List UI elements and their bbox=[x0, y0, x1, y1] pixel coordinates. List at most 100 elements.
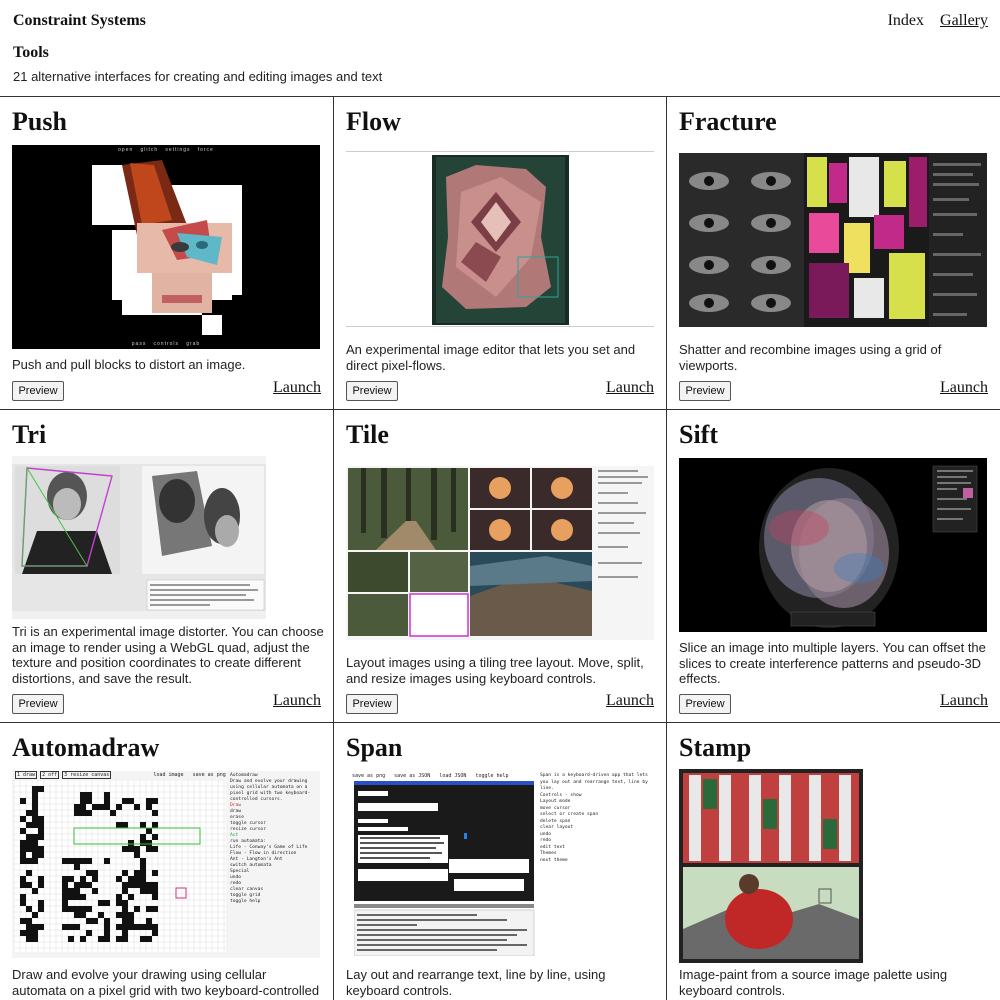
pixel-cell bbox=[62, 876, 68, 882]
pixel-cell bbox=[128, 846, 134, 852]
preview-button[interactable]: Preview bbox=[12, 381, 64, 401]
pixel-cell bbox=[122, 924, 128, 930]
pixel-cell bbox=[62, 858, 68, 864]
pixel-cell bbox=[80, 894, 86, 900]
pixel-cell bbox=[20, 816, 26, 822]
pixel-cell bbox=[20, 918, 26, 924]
nav-gallery-link[interactable]: Gallery bbox=[940, 12, 988, 29]
tool-card-fracture: Fracture Shatter and recombine images us… bbox=[666, 96, 1000, 409]
preview-button[interactable]: Preview bbox=[679, 694, 731, 714]
pixel-cell bbox=[32, 858, 38, 864]
pixel-cell bbox=[152, 798, 158, 804]
pixel-cell bbox=[146, 804, 152, 810]
pixel-cell bbox=[104, 804, 110, 810]
launch-link[interactable]: Launch bbox=[273, 692, 321, 710]
tool-card-tri: Tri Tri is an experimental image distort… bbox=[0, 409, 333, 722]
pixel-cell bbox=[86, 792, 92, 798]
pixel-cell bbox=[26, 834, 32, 840]
pixel-cell bbox=[134, 876, 140, 882]
pixel-cell bbox=[38, 900, 44, 906]
tool-thumbnail[interactable] bbox=[346, 466, 654, 640]
site-title[interactable]: Constraint Systems bbox=[13, 12, 146, 30]
pixel-cell bbox=[116, 894, 122, 900]
pixel-cell bbox=[116, 804, 122, 810]
pixel-cell bbox=[20, 852, 26, 858]
pixel-cell bbox=[32, 834, 38, 840]
pixel-cell bbox=[122, 912, 128, 918]
pixel-cell bbox=[80, 810, 86, 816]
pixel-cell bbox=[140, 870, 146, 876]
pixel-cell bbox=[122, 822, 128, 828]
pixel-cell bbox=[26, 840, 32, 846]
pixel-cell bbox=[32, 924, 38, 930]
pixel-cell bbox=[26, 810, 32, 816]
launch-link[interactable]: Launch bbox=[606, 692, 654, 710]
launch-link[interactable]: Launch bbox=[940, 692, 988, 710]
pixel-cell bbox=[86, 870, 92, 876]
pixel-cell bbox=[32, 912, 38, 918]
pixel-cell bbox=[92, 876, 98, 882]
pixel-cell bbox=[134, 882, 140, 888]
pixel-cell bbox=[74, 858, 80, 864]
pixel-cell bbox=[122, 798, 128, 804]
pixel-cell bbox=[122, 870, 128, 876]
tool-description: Slice an image into multiple layers. You… bbox=[679, 640, 986, 686]
pixel-cell bbox=[128, 798, 134, 804]
launch-link[interactable]: Launch bbox=[940, 379, 988, 397]
pixel-cell bbox=[86, 918, 92, 924]
pixel-cell bbox=[128, 894, 134, 900]
pixel-cell bbox=[38, 846, 44, 852]
nav-index-link[interactable]: Index bbox=[888, 12, 924, 29]
pixel-cell bbox=[116, 936, 122, 942]
pixel-cell bbox=[128, 912, 134, 918]
preview-button[interactable]: Preview bbox=[12, 694, 64, 714]
pixel-cell bbox=[104, 798, 110, 804]
pixel-cell bbox=[20, 930, 26, 936]
tool-description: An experimental image editor that lets y… bbox=[346, 342, 636, 373]
tool-thumbnail[interactable] bbox=[679, 769, 863, 963]
pixel-cell bbox=[146, 924, 152, 930]
pixel-cell bbox=[104, 936, 110, 942]
pixel-cell bbox=[62, 882, 68, 888]
pixel-cell bbox=[32, 786, 38, 792]
pixel-cell bbox=[152, 846, 158, 852]
pixel-cell bbox=[104, 858, 110, 864]
launch-link[interactable]: Launch bbox=[273, 379, 321, 397]
pixel-cell bbox=[80, 798, 86, 804]
tool-thumbnail[interactable]: 1 draw 2 off 3 resize canvas load image … bbox=[12, 771, 320, 958]
pixel-cell bbox=[62, 888, 68, 894]
pixel-cell bbox=[38, 828, 44, 834]
pixel-cell bbox=[86, 810, 92, 816]
pixel-cell bbox=[140, 888, 146, 894]
pixel-cell bbox=[104, 918, 110, 924]
preview-button[interactable]: Preview bbox=[679, 381, 731, 401]
pixel-cell bbox=[134, 924, 140, 930]
pixel-cell bbox=[20, 882, 26, 888]
pixel-cell bbox=[26, 906, 32, 912]
tool-thumbnail[interactable]: save as png save as JSON load JSON toggl… bbox=[346, 771, 654, 958]
launch-link[interactable]: Launch bbox=[606, 379, 654, 397]
pixel-cell bbox=[80, 912, 86, 918]
tool-thumbnail[interactable] bbox=[679, 458, 987, 632]
pixel-cell bbox=[20, 876, 26, 882]
tool-thumbnail[interactable] bbox=[12, 456, 266, 619]
pixel-cell bbox=[38, 852, 44, 858]
preview-button[interactable]: Preview bbox=[346, 381, 398, 401]
pixel-cell bbox=[38, 786, 44, 792]
preview-button[interactable]: Preview bbox=[346, 694, 398, 714]
pixel-cell bbox=[152, 810, 158, 816]
section-title: Tools bbox=[13, 44, 49, 61]
pixel-cell bbox=[68, 876, 74, 882]
pixel-cell bbox=[80, 936, 86, 942]
pixel-cell bbox=[80, 906, 86, 912]
tool-thumbnail[interactable] bbox=[679, 153, 987, 327]
pixel-cell bbox=[32, 930, 38, 936]
pixel-cell bbox=[152, 930, 158, 936]
pixel-cell bbox=[122, 936, 128, 942]
pixel-cell bbox=[32, 888, 38, 894]
pixel-cell bbox=[62, 924, 68, 930]
tool-thumbnail[interactable]: open glitch settings force pass controls… bbox=[12, 145, 320, 349]
pixel-cell bbox=[86, 930, 92, 936]
tool-thumbnail[interactable] bbox=[346, 147, 654, 331]
pixel-cell bbox=[20, 798, 26, 804]
